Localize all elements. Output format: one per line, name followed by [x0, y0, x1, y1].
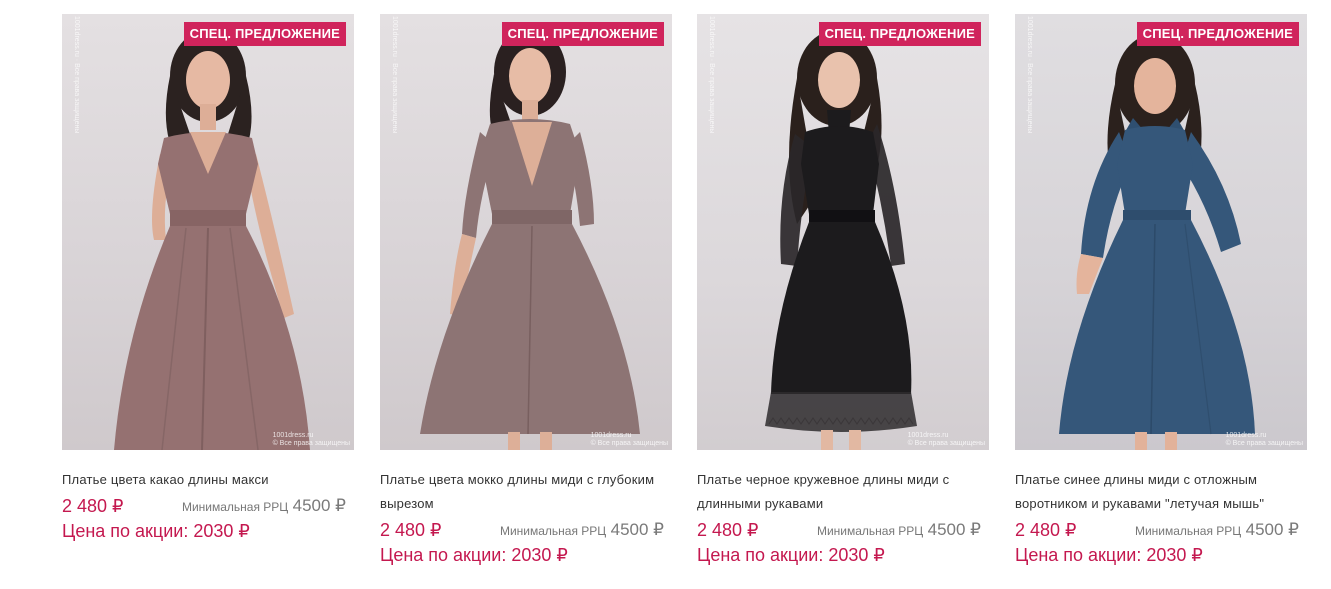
- watermark-corner-rights: © Все права защищены: [907, 440, 985, 447]
- rrc-price: Минимальная РРЦ 4500 ₽: [182, 494, 346, 519]
- dress-model-image: [1059, 34, 1255, 450]
- product-card[interactable]: 1001dress.ru · Все права защищены 1001dr…: [62, 14, 354, 544]
- promo-price: Цена по акции: 2030 ₽: [380, 545, 568, 565]
- promo-price: Цена по акции: 2030 ₽: [697, 545, 885, 565]
- watermark-corner-site: 1001dress.ru: [907, 432, 949, 439]
- rrc-label: Минимальная РРЦ: [816, 524, 924, 538]
- promo-price: Цена по акции: 2030 ₽: [62, 521, 250, 541]
- watermark-corner: 1001dress.ru © Все права защищены: [1226, 432, 1303, 448]
- rrc-value: 4500 ₽: [1245, 520, 1299, 539]
- product-price: 2 480 ₽: [1015, 520, 1077, 540]
- dress-model-image: [765, 30, 917, 450]
- product-card[interactable]: 1001dress.ru · Все права защищены 1001dr…: [380, 14, 672, 568]
- watermark-corner-rights: © Все права защищены: [272, 440, 350, 447]
- special-offer-badge: СПЕЦ. ПРЕДЛОЖЕНИЕ: [1136, 22, 1299, 46]
- rrc-label: Минимальная РРЦ: [181, 500, 289, 514]
- rrc-price: Минимальная РРЦ 4500 ₽: [817, 518, 981, 543]
- product-photo[interactable]: 1001dress.ru · Все права защищены 1001dr…: [1015, 14, 1307, 450]
- rrc-label: Минимальная РРЦ: [1134, 524, 1242, 538]
- product-price: 2 480 ₽: [697, 520, 759, 540]
- rrc-value: 4500 ₽: [927, 520, 981, 539]
- dress-model-image: [114, 30, 310, 450]
- product-card[interactable]: 1001dress.ru · Все права защищены 1001dr…: [1015, 14, 1307, 568]
- watermark-corner: 1001dress.ru © Все права защищены: [273, 432, 350, 448]
- watermark-corner-site: 1001dress.ru: [272, 432, 314, 439]
- watermark-corner: 1001dress.ru © Все права защищены: [591, 432, 668, 448]
- product-photo[interactable]: 1001dress.ru · Все права защищены 1001dr…: [62, 14, 354, 450]
- rrc-label: Минимальная РРЦ: [499, 524, 607, 538]
- price-row: 2 480 ₽ Минимальная РРЦ 4500 ₽: [62, 494, 354, 518]
- product-photo[interactable]: 1001dress.ru · Все права защищены 1001dr…: [380, 14, 672, 450]
- rrc-value: 4500 ₽: [610, 520, 664, 539]
- watermark: 1001dress.ru · Все права защищены: [391, 16, 398, 134]
- promo-price: Цена по акции: 2030 ₽: [1015, 545, 1203, 565]
- product-title[interactable]: Платье цвета какао длины макси: [62, 468, 354, 492]
- rrc-value: 4500 ₽: [292, 496, 346, 515]
- watermark: 1001dress.ru · Все права защищены: [1026, 16, 1033, 134]
- rrc-price: Минимальная РРЦ 4500 ₽: [1135, 518, 1299, 543]
- product-title[interactable]: Платье цвета мокко длины миди с глубоким…: [380, 468, 672, 516]
- watermark-corner-rights: © Все права защищены: [590, 440, 668, 447]
- watermark-corner-rights: © Все права защищены: [1225, 440, 1303, 447]
- price-row: 2 480 ₽ Минимальная РРЦ 4500 ₽: [380, 518, 672, 542]
- product-price: 2 480 ₽: [62, 496, 124, 516]
- price-row: 2 480 ₽ Минимальная РРЦ 4500 ₽: [697, 518, 989, 542]
- price-row: 2 480 ₽ Минимальная РРЦ 4500 ₽: [1015, 518, 1307, 542]
- watermark: 1001dress.ru · Все права защищены: [73, 16, 80, 134]
- watermark-corner-site: 1001dress.ru: [1225, 432, 1267, 439]
- product-title[interactable]: Платье черное кружевное длины миди с дли…: [697, 468, 989, 516]
- special-offer-badge: СПЕЦ. ПРЕДЛОЖЕНИЕ: [183, 22, 346, 46]
- watermark: 1001dress.ru · Все права защищены: [708, 16, 715, 134]
- dress-model-image: [420, 28, 640, 450]
- product-photo[interactable]: 1001dress.ru · Все права защищены 1001dr…: [697, 14, 989, 450]
- rrc-price: Минимальная РРЦ 4500 ₽: [500, 518, 664, 543]
- watermark-corner-site: 1001dress.ru: [590, 432, 632, 439]
- product-title[interactable]: Платье синее длины миди с отложным ворот…: [1015, 468, 1307, 516]
- special-offer-badge: СПЕЦ. ПРЕДЛОЖЕНИЕ: [501, 22, 664, 46]
- product-card[interactable]: 1001dress.ru · Все права защищены 1001dr…: [697, 14, 989, 568]
- special-offer-badge: СПЕЦ. ПРЕДЛОЖЕНИЕ: [818, 22, 981, 46]
- product-price: 2 480 ₽: [380, 520, 442, 540]
- watermark-corner: 1001dress.ru © Все права защищены: [908, 432, 985, 448]
